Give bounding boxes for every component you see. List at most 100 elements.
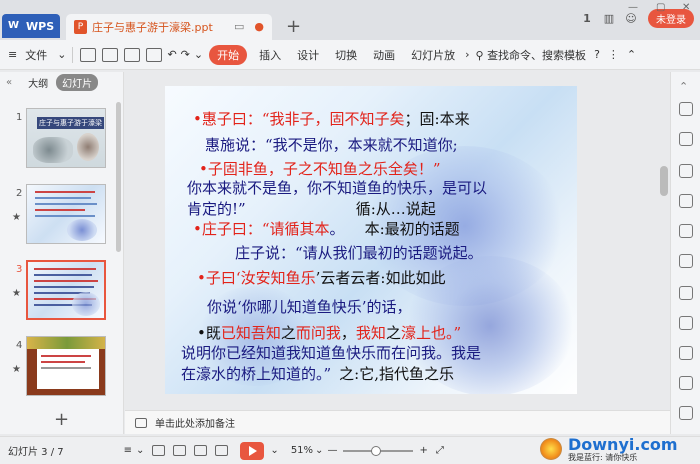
tab-transition[interactable]: 切换 bbox=[327, 47, 365, 63]
slide-thumbnail-4[interactable]: 4 ★ bbox=[0, 336, 118, 400]
settings-icon[interactable] bbox=[679, 194, 693, 208]
ribbon-scroll-right-icon[interactable]: › bbox=[463, 48, 471, 61]
help-icon[interactable]: ? bbox=[590, 48, 604, 61]
object-icon[interactable] bbox=[679, 102, 693, 116]
play-options-chevron-icon[interactable]: ⌄ bbox=[270, 445, 278, 456]
editor-scrollbar-thumb[interactable] bbox=[660, 166, 668, 196]
tab-animation[interactable]: 动画 bbox=[365, 47, 403, 63]
slide-sorter-icon[interactable] bbox=[173, 445, 187, 456]
wps-home-tab[interactable]: W WPS bbox=[2, 14, 60, 38]
slide-thumbnail-2[interactable]: 2 ★ bbox=[0, 184, 118, 248]
slide-panel-scrollbar[interactable] bbox=[116, 102, 121, 252]
slide-line-3: •子固非鱼，子之不知鱼之乐全矣！” bbox=[199, 160, 441, 178]
redo-icon[interactable]: ↷ bbox=[179, 48, 192, 61]
title-bar: W WPS P 庄子与惠子游于濠梁.ppt ▭ ● + 1 ▥ ☺ 未登录 — … bbox=[0, 0, 700, 40]
quick-access-chevron-icon[interactable]: ⌄ bbox=[192, 48, 205, 61]
slide-line-9: 你说‘你哪儿知道鱼快乐’的话， bbox=[207, 298, 412, 316]
site-watermark: Downyi.com 我是蓝行: 请你快乐 bbox=[540, 433, 700, 464]
notes-area[interactable]: 单击此处添加备注 bbox=[125, 410, 670, 434]
close-icon[interactable]: ✕ bbox=[682, 2, 690, 13]
chevron-up-icon[interactable]: ⌃ bbox=[679, 80, 693, 94]
slide-panel: « 大纲 幻灯片 1 庄子与惠子游于濠梁 2 ★ 3 ★ 4 ★ + bbox=[0, 72, 124, 434]
select-icon[interactable] bbox=[679, 224, 693, 238]
export-pdf-icon[interactable] bbox=[102, 47, 119, 62]
wps-logo-icon: W bbox=[8, 20, 20, 31]
slide-line-10: •既已知吾知之而问我，我知之濠上也。” bbox=[197, 324, 462, 342]
divider bbox=[72, 46, 74, 63]
share-icon[interactable] bbox=[679, 316, 693, 330]
chevron-down-icon[interactable]: ⌄ bbox=[136, 445, 144, 456]
slide-line-1: •惠子曰：“我非子，固不知子矣；固:本来 bbox=[193, 110, 470, 128]
zoom-chevron-icon[interactable]: ⌄ bbox=[315, 445, 323, 456]
minimize-icon[interactable]: — bbox=[628, 2, 638, 13]
slide-number: 1 bbox=[16, 112, 23, 123]
collapse-ribbon-icon[interactable]: ⌃ bbox=[623, 48, 640, 61]
save-icon[interactable] bbox=[80, 47, 97, 62]
tab-slides[interactable]: 幻灯片 bbox=[56, 73, 99, 91]
tab-insert[interactable]: 插入 bbox=[251, 47, 289, 63]
collapse-panel-icon[interactable]: « bbox=[6, 77, 12, 88]
task-pane-bar: ⌃ bbox=[670, 72, 700, 434]
print-icon[interactable] bbox=[124, 47, 141, 62]
menu-icon[interactable]: ≡ bbox=[0, 48, 25, 61]
shape-icon[interactable] bbox=[679, 164, 693, 178]
slide-number: 2 bbox=[16, 188, 23, 199]
more-icon[interactable]: ⋮ bbox=[604, 48, 623, 61]
fit-window-icon[interactable]: ⤢ bbox=[436, 445, 444, 456]
page-number-icon[interactable]: 1 bbox=[576, 12, 598, 25]
slide-thumbnail-image bbox=[26, 184, 106, 244]
normal-view-icon[interactable] bbox=[152, 445, 166, 456]
file-menu[interactable]: 文件 bbox=[25, 47, 55, 63]
tab-design[interactable]: 设计 bbox=[289, 47, 327, 63]
add-slide-button[interactable]: + bbox=[54, 409, 69, 430]
image-icon[interactable] bbox=[679, 346, 693, 360]
zoom-out-icon[interactable]: — bbox=[327, 445, 337, 456]
help-circle-icon[interactable] bbox=[679, 406, 693, 420]
reading-view-icon[interactable] bbox=[194, 445, 208, 456]
undo-icon[interactable]: ↶ bbox=[165, 48, 178, 61]
current-slide[interactable]: •惠子曰：“我非子，固不知子矣；固:本来 惠施说：“我不是你，本来就不知道你; … bbox=[165, 86, 577, 394]
notes-placeholder: 单击此处添加备注 bbox=[155, 419, 235, 430]
chevron-down-icon[interactable]: ⌄ bbox=[55, 48, 68, 61]
unsaved-dot-icon: ● bbox=[254, 20, 264, 33]
audio-icon[interactable] bbox=[679, 376, 693, 390]
notes-icon bbox=[135, 417, 147, 428]
slide-thumbnail-3[interactable]: 3 ★ bbox=[0, 260, 118, 324]
slide-number: 4 bbox=[16, 340, 23, 351]
window-layout-icon[interactable]: ▥ bbox=[598, 12, 620, 25]
zoom-level[interactable]: 51% bbox=[291, 445, 313, 456]
copy-format-icon[interactable] bbox=[679, 132, 693, 146]
notes-toggle-icon[interactable]: ≡ bbox=[124, 445, 132, 456]
presenter-view-icon[interactable] bbox=[215, 445, 229, 456]
search-icon: ⚲ bbox=[475, 48, 484, 62]
slide-thumbnail-image bbox=[26, 336, 106, 396]
zoom-in-icon[interactable]: + bbox=[419, 445, 427, 456]
new-tab-button[interactable]: + bbox=[286, 16, 301, 37]
slide-line-11: 说明你已经知道我知道鱼快乐而在问我。我是 bbox=[181, 344, 482, 362]
slide-number: 3 bbox=[16, 264, 23, 275]
crop-icon[interactable] bbox=[679, 254, 693, 268]
ppt-file-icon: P bbox=[74, 20, 87, 34]
animation-star-icon: ★ bbox=[12, 212, 21, 223]
slide-thumbnail-1[interactable]: 1 庄子与惠子游于濠梁 bbox=[0, 108, 118, 172]
play-slideshow-button[interactable] bbox=[240, 441, 265, 460]
tab-outline[interactable]: 大纲 bbox=[28, 75, 48, 90]
slide-line-4: 你本来就不是鱼，你不知道鱼的快乐，是可以 bbox=[187, 179, 488, 197]
zoom-slider-knob[interactable] bbox=[371, 445, 382, 456]
document-tab[interactable]: P 庄子与惠子游于濠梁.ppt ▭ ● bbox=[66, 14, 272, 40]
transition-icon[interactable] bbox=[679, 286, 693, 300]
slide-line-6: •庄子曰：“请循其本。 本:最初的话题 bbox=[193, 220, 460, 238]
monitor-icon[interactable]: ▭ bbox=[234, 20, 244, 33]
print-preview-icon[interactable] bbox=[146, 47, 163, 62]
user-icon[interactable]: ☺ bbox=[620, 12, 642, 25]
tab-start[interactable]: 开始 bbox=[209, 44, 248, 65]
slide-thumbnail-title: 庄子与惠子游于濠梁 bbox=[37, 117, 104, 129]
maximize-icon[interactable]: ▢ bbox=[656, 2, 665, 13]
editor-scrollbar[interactable] bbox=[660, 90, 668, 390]
slide-thumbnail-image: 庄子与惠子游于濠梁 bbox=[26, 108, 106, 168]
zoom-slider[interactable] bbox=[343, 445, 414, 456]
slide-line-12: 在濠水的桥上知道的。” 之:它,指代鱼之乐 bbox=[181, 365, 454, 383]
slide-counter: 幻灯片 3 / 7 bbox=[8, 447, 64, 458]
search-command[interactable]: ⚲ 查找命令、搜索模板 bbox=[472, 47, 591, 63]
tab-slideshow[interactable]: 幻灯片放 bbox=[403, 47, 463, 63]
